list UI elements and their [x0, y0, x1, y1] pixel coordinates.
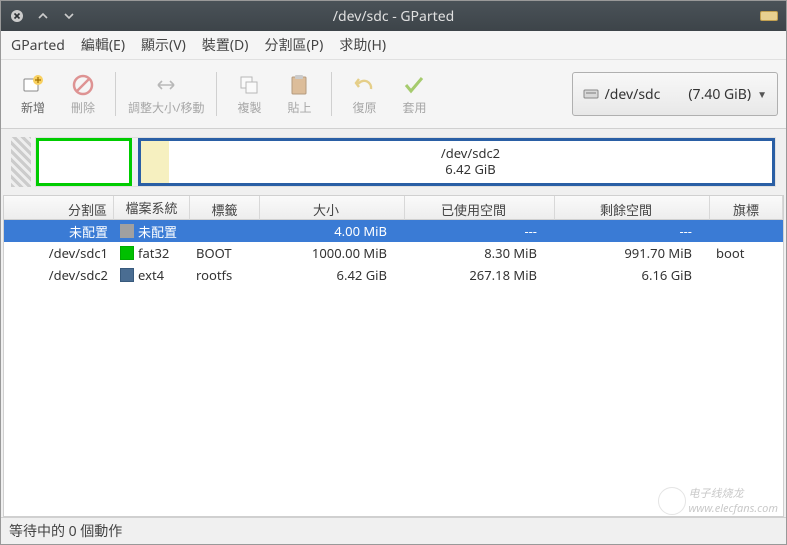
- device-size: (7.40 GiB): [688, 85, 751, 104]
- window-title: /dev/sdc - GParted: [1, 7, 786, 26]
- menu-device[interactable]: 裝置(D): [202, 35, 249, 55]
- new-label: 新增: [21, 99, 45, 116]
- col-partition[interactable]: 分割區: [4, 196, 114, 220]
- disk-map: /dev/sdc2 6.42 GiB: [1, 129, 786, 195]
- disk-segment-sdc2[interactable]: /dev/sdc2 6.42 GiB: [138, 138, 775, 186]
- close-icon[interactable]: [9, 8, 25, 24]
- cell-partition: 未配置: [4, 220, 114, 243]
- fs-swatch-icon: [120, 246, 134, 260]
- menu-gparted[interactable]: GParted: [11, 36, 65, 55]
- cell-size: 1000.00 MiB: [260, 242, 405, 264]
- undo-label: 復原: [352, 99, 376, 116]
- cell-flags: [710, 273, 783, 277]
- cell-partition: /dev/sdc1: [4, 242, 114, 264]
- cell-filesystem: 未配置: [114, 220, 190, 243]
- cell-size: 6.42 GiB: [260, 264, 405, 286]
- table-row[interactable]: 未配置未配置4.00 MiB------: [4, 220, 783, 242]
- menu-edit[interactable]: 編輯(E): [81, 35, 125, 55]
- paste-button: 貼上: [275, 67, 323, 121]
- cell-free: 991.70 MiB: [555, 242, 710, 264]
- cell-partition: /dev/sdc2: [4, 264, 114, 286]
- paste-icon: [287, 73, 311, 97]
- device-selector[interactable]: /dev/sdc (7.40 GiB) ▼: [572, 72, 778, 116]
- titlebar: /dev/sdc - GParted: [1, 1, 786, 31]
- new-button[interactable]: 新增: [9, 67, 57, 121]
- toolbar-separator: [216, 72, 217, 116]
- col-flags[interactable]: 旗標: [710, 196, 783, 220]
- cell-flags: boot: [710, 242, 783, 264]
- table-header: 分割區 檔案系統 標籤 大小 已使用空間 剩餘空間 旗標: [4, 196, 783, 220]
- col-size[interactable]: 大小: [260, 196, 405, 220]
- cell-flags: [710, 229, 783, 233]
- partition-table: 分割區 檔案系統 標籤 大小 已使用空間 剩餘空間 旗標 未配置未配置 4.00 …: [3, 195, 784, 517]
- dropdown-chevron-icon: ▼: [757, 87, 767, 101]
- resize-icon: [154, 73, 178, 97]
- apply-icon: [402, 73, 426, 97]
- copy-icon: [237, 73, 261, 97]
- disk-icon: [583, 87, 599, 101]
- col-filesystem[interactable]: 檔案系統: [114, 196, 190, 220]
- paste-label: 貼上: [287, 99, 311, 116]
- resize-label: 調整大小/移動: [128, 99, 204, 116]
- menu-partition[interactable]: 分割區(P): [264, 35, 323, 55]
- menu-view[interactable]: 顯示(V): [141, 35, 186, 55]
- apply-label: 套用: [402, 99, 426, 116]
- delete-icon: [71, 73, 95, 97]
- apply-button: 套用: [390, 67, 438, 121]
- undo-icon: [352, 73, 376, 97]
- table-row[interactable]: /dev/sdc1fat32BOOT1000.00 MiB8.30 MiB991…: [4, 242, 783, 264]
- toolbar: 新增 刪除 調整大小/移動 複製 貼上: [1, 60, 786, 129]
- cell-free: ---: [555, 220, 710, 242]
- status-text: 等待中的 0 個動作: [9, 521, 122, 541]
- delete-button: 刪除: [59, 67, 107, 121]
- menu-help[interactable]: 求助(H): [339, 35, 386, 55]
- resize-button: 調整大小/移動: [124, 67, 208, 121]
- fs-swatch-icon: [120, 224, 134, 238]
- new-icon: [21, 73, 45, 97]
- cell-label: [190, 229, 260, 233]
- table-row[interactable]: /dev/sdc2ext4rootfs6.42 GiB267.18 MiB6.1…: [4, 264, 783, 286]
- segment-size: 6.42 GiB: [445, 162, 495, 178]
- col-free[interactable]: 剩餘空間: [555, 196, 710, 220]
- cell-filesystem: fat32: [114, 242, 190, 264]
- window-menu-icon[interactable]: [760, 8, 778, 22]
- undo-button: 復原: [340, 67, 388, 121]
- cell-label: BOOT: [190, 242, 260, 264]
- disk-segment-used: [141, 141, 169, 183]
- unallocated-stripe: [11, 137, 31, 187]
- status-bar: 等待中的 0 個動作: [1, 517, 786, 544]
- copy-button: 複製: [225, 67, 273, 121]
- cell-used: 8.30 MiB: [405, 242, 555, 264]
- cell-used: ---: [405, 220, 555, 242]
- toolbar-separator: [331, 72, 332, 116]
- app-window: /dev/sdc - GParted GParted 編輯(E) 顯示(V) 裝…: [0, 0, 787, 545]
- disk-segment-sdc1[interactable]: [36, 138, 132, 186]
- copy-label: 複製: [237, 99, 261, 116]
- menubar: GParted 編輯(E) 顯示(V) 裝置(D) 分割區(P) 求助(H): [1, 31, 786, 60]
- cell-size: 4.00 MiB: [260, 220, 405, 242]
- chevron-up-icon[interactable]: [35, 8, 51, 24]
- col-label[interactable]: 標籤: [190, 196, 260, 220]
- table-body: 未配置未配置4.00 MiB------/dev/sdc1fat32BOOT10…: [4, 220, 783, 516]
- cell-label: rootfs: [190, 264, 260, 286]
- cell-free: 6.16 GiB: [555, 264, 710, 286]
- toolbar-separator: [115, 72, 116, 116]
- device-path: /dev/sdc: [605, 85, 661, 104]
- delete-label: 刪除: [71, 99, 95, 116]
- col-used[interactable]: 已使用空間: [405, 196, 555, 220]
- chevron-down-icon[interactable]: [61, 8, 77, 24]
- cell-used: 267.18 MiB: [405, 264, 555, 286]
- cell-filesystem: ext4: [114, 264, 190, 286]
- fs-swatch-icon: [120, 268, 134, 282]
